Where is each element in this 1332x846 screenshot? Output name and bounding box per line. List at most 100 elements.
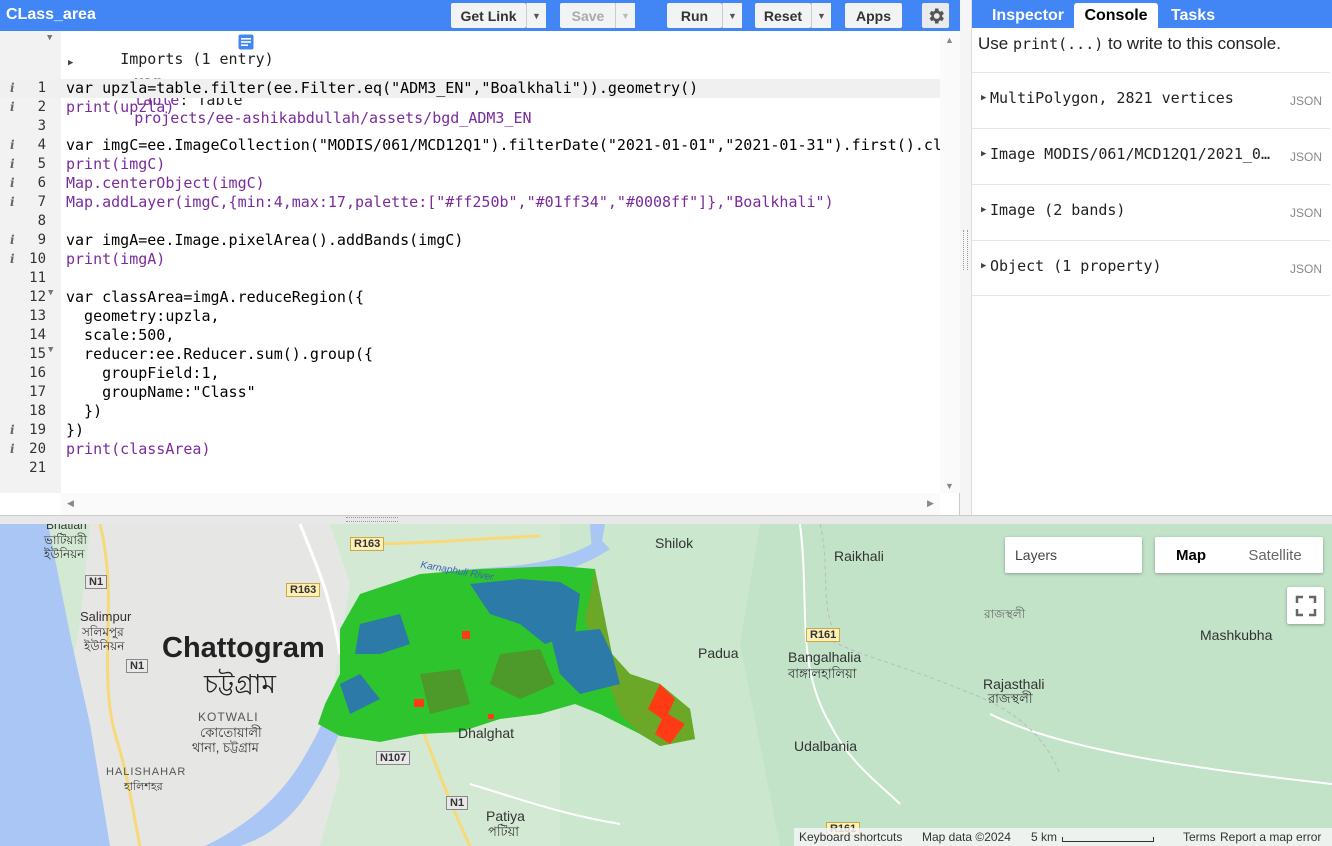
map-canvas[interactable]: Bhatiari ভাটিয়ারী ইউনিয়ন Salimpur সলিম… bbox=[0, 524, 1332, 846]
run-button[interactable]: Run bbox=[667, 3, 722, 28]
info-icon[interactable]: i bbox=[10, 176, 15, 190]
info-icon[interactable]: i bbox=[10, 81, 15, 95]
reset-dropdown[interactable]: ▼ bbox=[811, 3, 831, 28]
console-entry[interactable]: ▶ Object (1 property) JSON bbox=[972, 240, 1330, 296]
splitter-handle-icon[interactable] bbox=[963, 230, 968, 270]
json-button[interactable]: JSON bbox=[1290, 94, 1322, 108]
expand-arrow-icon[interactable]: ▶ bbox=[981, 149, 986, 159]
console-entry-label[interactable]: MultiPolygon, 2821 vertices bbox=[990, 89, 1275, 107]
scroll-right-icon[interactable]: ▶ bbox=[927, 498, 934, 509]
map-type-map-button[interactable]: Map bbox=[1155, 537, 1227, 573]
code-line[interactable]: 15 ▼ reducer:ee.Reducer.sum().group({ bbox=[0, 345, 940, 364]
road-badge: N107 bbox=[376, 751, 411, 765]
code-line[interactable]: i 5 print(imgC) bbox=[0, 155, 940, 174]
code-line[interactable]: 21 bbox=[0, 459, 940, 478]
editor-vertical-scrollbar[interactable]: ▲ ▼ bbox=[940, 31, 960, 493]
line-number: 5 bbox=[37, 156, 46, 172]
tab-console[interactable]: Console bbox=[1074, 3, 1158, 28]
line-number: 17 bbox=[29, 384, 46, 400]
info-icon[interactable]: i bbox=[10, 233, 15, 247]
info-icon[interactable]: i bbox=[10, 195, 15, 209]
console-entry-label[interactable]: Image MODIS/061/MCD12Q1/2021_01_01 (1 ba… bbox=[990, 145, 1275, 163]
code-line[interactable]: 3 bbox=[0, 117, 940, 136]
code-line[interactable]: 16 groupField:1, bbox=[0, 364, 940, 383]
code-line[interactable]: i 7 Map.addLayer(imgC,{min:4,max:17,pale… bbox=[0, 193, 940, 212]
line-number: 4 bbox=[37, 137, 46, 153]
code-line[interactable]: 8 bbox=[0, 212, 940, 231]
code-line[interactable]: 12 ▼ var classArea=imgA.reduceRegion({ bbox=[0, 288, 940, 307]
scroll-down-icon[interactable]: ▼ bbox=[945, 481, 954, 491]
expand-arrow-icon[interactable]: ▶ bbox=[981, 93, 986, 103]
map-place-label: Shilok bbox=[655, 535, 694, 551]
splitter-handle-icon[interactable] bbox=[346, 517, 398, 522]
scroll-left-icon[interactable]: ◀ bbox=[67, 498, 74, 509]
line-number: 11 bbox=[29, 270, 46, 286]
code-line[interactable]: i 2 print(upzla) bbox=[0, 98, 940, 117]
code-line[interactable]: 11 bbox=[0, 269, 940, 288]
info-icon[interactable]: i bbox=[10, 252, 15, 266]
info-icon[interactable]: i bbox=[10, 138, 15, 152]
save-dropdown[interactable]: ▼ bbox=[615, 3, 635, 28]
code-text: Map.centerObject(imgC) bbox=[66, 174, 265, 192]
code-text: print(upzla) bbox=[66, 98, 175, 116]
editor-horizontal-scrollbar[interactable]: ◀ ▶ bbox=[61, 493, 940, 515]
fullscreen-button[interactable] bbox=[1287, 587, 1324, 624]
code-line[interactable]: i 10 print(imgA) bbox=[0, 250, 940, 269]
vertical-splitter[interactable] bbox=[960, 0, 971, 515]
expand-arrow-icon[interactable]: ▶ bbox=[981, 205, 986, 215]
run-dropdown[interactable]: ▼ bbox=[722, 3, 742, 28]
info-icon[interactable]: i bbox=[10, 157, 15, 171]
json-button[interactable]: JSON bbox=[1290, 262, 1322, 276]
scale-label[interactable]: 5 km bbox=[1031, 830, 1057, 844]
console-entry-label[interactable]: Image (2 bands) bbox=[990, 201, 1275, 219]
expand-arrow-icon[interactable]: ▶ bbox=[981, 261, 986, 271]
chevron-down-icon: ▼ bbox=[532, 10, 541, 21]
terms-link[interactable]: Terms bbox=[1183, 830, 1216, 844]
code-line[interactable]: i 6 Map.centerObject(imgC) bbox=[0, 174, 940, 193]
code-line[interactable]: i 4 var imgC=ee.ImageCollection("MODIS/0… bbox=[0, 136, 951, 155]
tab-inspector[interactable]: Inspector bbox=[978, 3, 1078, 28]
code-text: var upzla=table.filter(ee.Filter.eq("ADM… bbox=[66, 79, 699, 97]
collapse-imports-icon[interactable]: ▼ bbox=[47, 33, 52, 43]
console-entry[interactable]: ▶ Image MODIS/061/MCD12Q1/2021_01_01 (1 … bbox=[972, 128, 1330, 184]
fold-toggle-icon[interactable]: ▼ bbox=[48, 288, 53, 298]
map-city-label: চট্টগ্রাম bbox=[204, 669, 276, 699]
fold-toggle-icon[interactable]: ▼ bbox=[48, 345, 53, 355]
reset-button[interactable]: Reset bbox=[755, 3, 811, 28]
get-link-dropdown[interactable]: ▼ bbox=[526, 3, 546, 28]
code-line[interactable]: 17 groupName:"Class" bbox=[0, 383, 940, 402]
map-place-label: রাজস্থলী bbox=[984, 607, 1026, 621]
report-map-error-link[interactable]: Report a map error bbox=[1220, 830, 1321, 844]
show-generated-code-icon[interactable] bbox=[238, 34, 254, 50]
code-line[interactable]: i 1 var upzla=table.filter(ee.Filter.eq(… bbox=[0, 79, 940, 98]
json-button[interactable]: JSON bbox=[1290, 206, 1322, 220]
code-line[interactable]: i 9 var imgA=ee.Image.pixelArea().addBan… bbox=[0, 231, 940, 250]
expand-import-icon[interactable]: ▶ bbox=[68, 58, 73, 68]
editor-toolbar: CLass_area Get Link ▼ Save ▼ Run ▼ Reset… bbox=[0, 0, 960, 31]
tab-tasks[interactable]: Tasks bbox=[1162, 3, 1224, 28]
console-entry-label[interactable]: Object (1 property) bbox=[990, 257, 1275, 275]
map-type-satellite-button[interactable]: Satellite bbox=[1227, 537, 1323, 573]
info-icon[interactable]: i bbox=[10, 423, 15, 437]
json-button[interactable]: JSON bbox=[1290, 150, 1322, 164]
script-title[interactable]: CLass_area bbox=[6, 6, 96, 24]
console-entry[interactable]: ▶ Image (2 bands) JSON bbox=[972, 184, 1330, 240]
horizontal-splitter[interactable] bbox=[0, 515, 1332, 524]
get-link-button[interactable]: Get Link bbox=[451, 3, 526, 28]
code-line[interactable]: i 19 }) bbox=[0, 421, 940, 440]
settings-button[interactable] bbox=[922, 3, 949, 28]
info-icon[interactable]: i bbox=[10, 100, 15, 114]
code-line[interactable]: i 20 print(classArea) bbox=[0, 440, 940, 459]
apps-button[interactable]: Apps bbox=[845, 3, 902, 28]
scroll-up-icon[interactable]: ▲ bbox=[945, 35, 954, 45]
code-line[interactable]: 18 }) bbox=[0, 402, 940, 421]
code-area[interactable]: ▼ Imports (1 entry) ▶ var table: Table p… bbox=[0, 31, 951, 493]
save-button[interactable]: Save bbox=[560, 3, 616, 28]
keyboard-shortcuts-link[interactable]: Keyboard shortcuts bbox=[799, 830, 902, 844]
line-number: 14 bbox=[29, 327, 46, 343]
console-entry[interactable]: ▶ MultiPolygon, 2821 vertices JSON bbox=[972, 72, 1330, 128]
code-line[interactable]: 13 geometry:upzla, bbox=[0, 307, 940, 326]
code-line[interactable]: 14 scale:500, bbox=[0, 326, 940, 345]
info-icon[interactable]: i bbox=[10, 442, 15, 456]
layers-dropdown[interactable]: Layers bbox=[1005, 537, 1142, 573]
